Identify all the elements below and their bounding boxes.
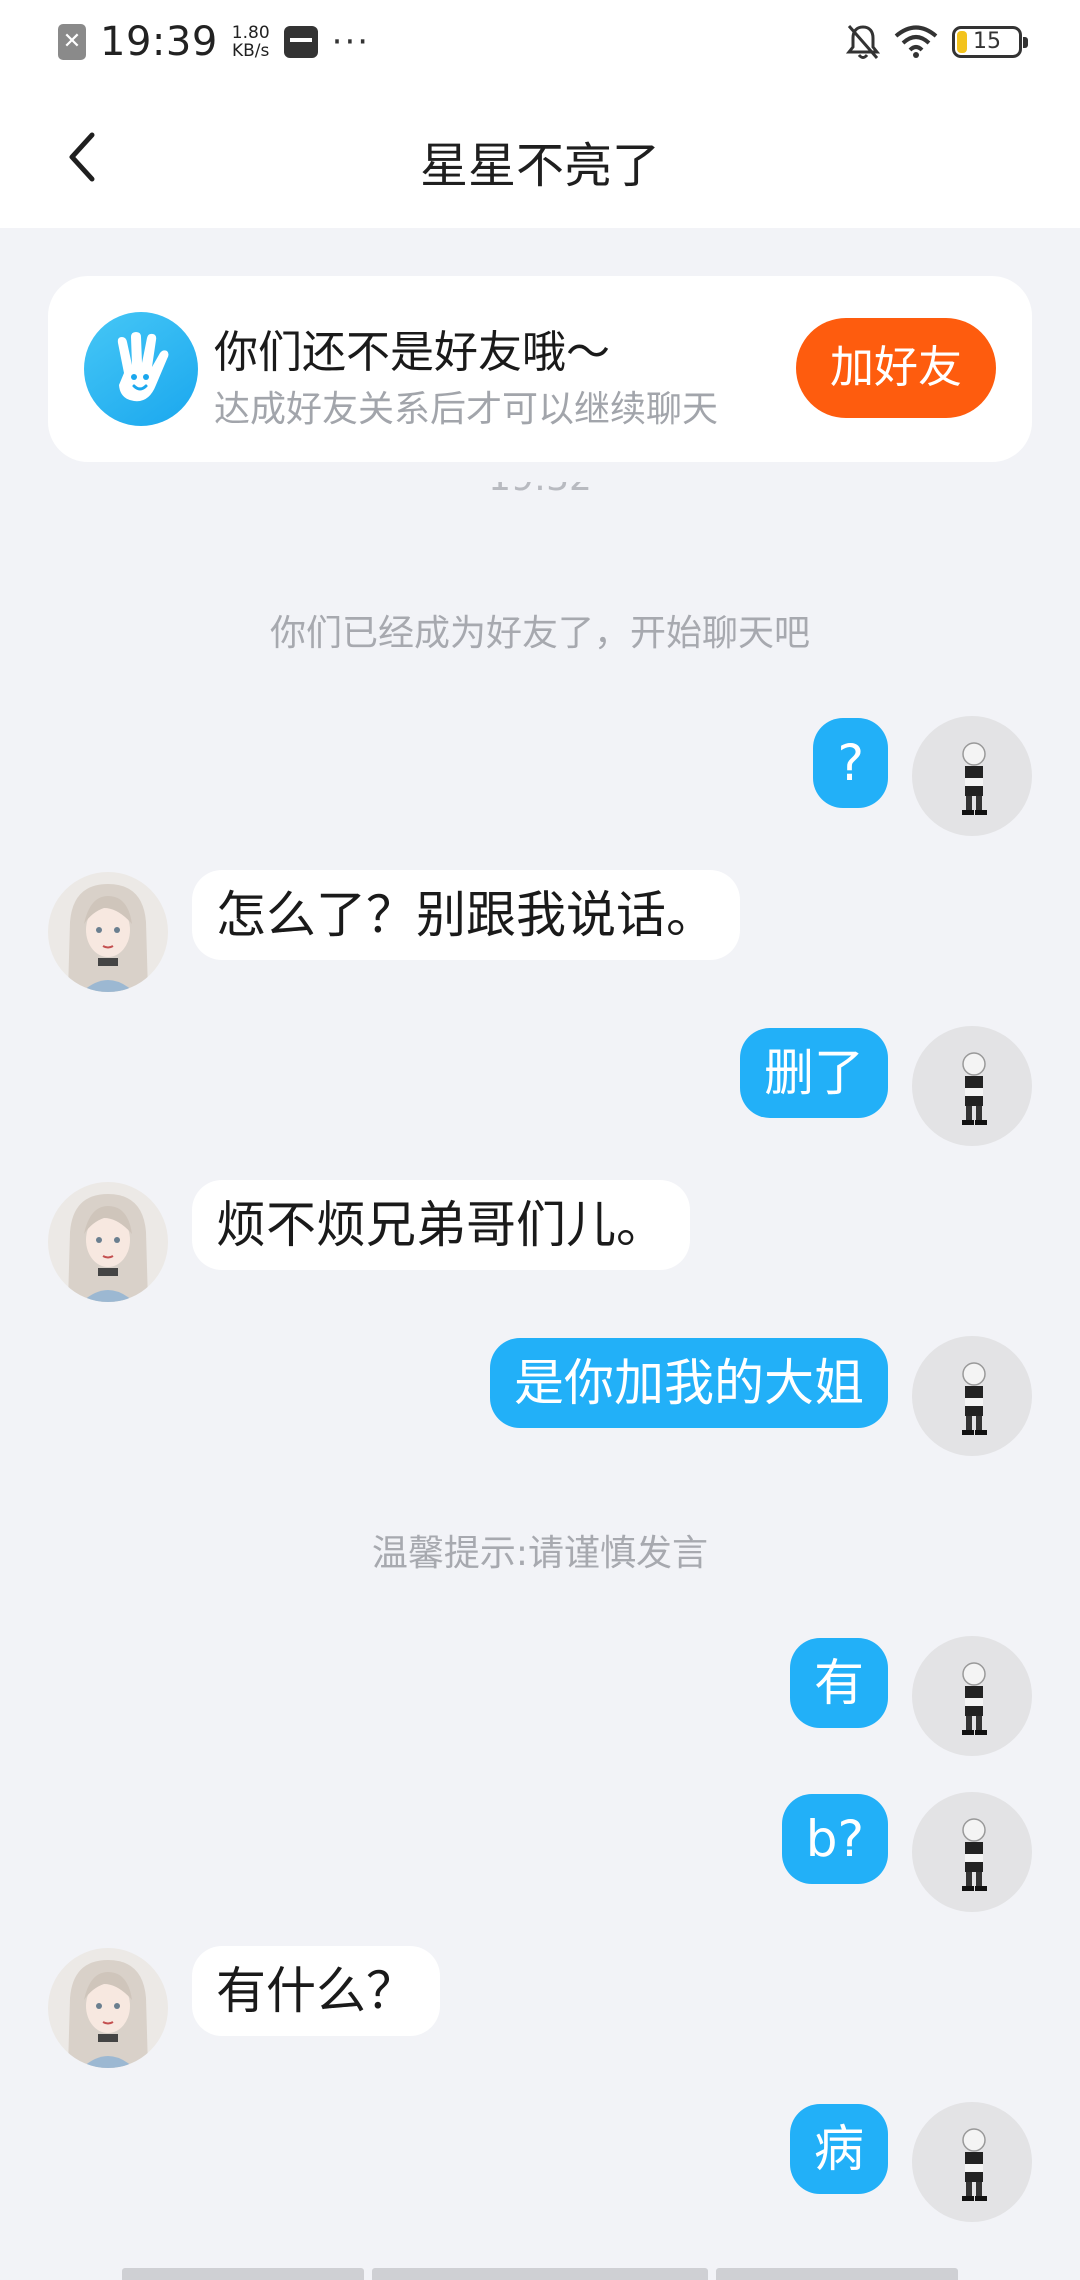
chat-header: 星星不亮了: [0, 86, 1080, 228]
sim-card-icon: [283, 26, 318, 58]
message-timestamp: 19:32: [0, 482, 1080, 524]
figure-avatar-icon: [962, 1052, 987, 1125]
system-message: 你们已经成为好友了，开始聊天吧: [269, 613, 810, 654]
figure-avatar-icon: [962, 2128, 987, 2201]
my-avatar[interactable]: [912, 1336, 1032, 1456]
timestamp-text: 19:32: [488, 482, 592, 499]
page-title: 星星不亮了: [419, 138, 660, 194]
notification-close-icon: ✕: [58, 24, 86, 60]
message-bubble-received[interactable]: 有什么？: [192, 1946, 440, 2036]
input-toolbar-edge: [0, 2268, 1080, 2280]
figure-avatar-icon: [962, 742, 987, 815]
network-speed: 1.80 KB/s: [232, 24, 270, 60]
my-avatar[interactable]: [912, 716, 1032, 836]
battery-icon: 15: [952, 26, 1028, 58]
speed-unit: KB/s: [232, 41, 270, 61]
message-bubble-received[interactable]: 怎么了？别跟我说话。: [192, 870, 740, 960]
system-reminder: 温馨提示:请谨慎发言: [371, 1533, 709, 1574]
hand-icon: [84, 312, 198, 426]
wifi-icon: [894, 25, 938, 58]
contact-avatar[interactable]: [48, 1948, 168, 2068]
message-bubble-sent[interactable]: 删了: [740, 1028, 888, 1118]
message-bubble-sent[interactable]: 是你加我的大姐: [490, 1338, 888, 1428]
my-avatar[interactable]: [912, 1026, 1032, 1146]
figure-avatar-icon: [962, 1662, 987, 1735]
contact-avatar[interactable]: [48, 872, 168, 992]
toolbar-tab-edge[interactable]: [372, 2268, 708, 2280]
not-friends-banner: 你们还不是好友哦～ 达成好友关系后才可以继续聊天 加好友: [48, 276, 1032, 462]
speed-value: 1.80: [231, 23, 270, 43]
bell-muted-icon: [846, 25, 880, 59]
figure-avatar-icon: [962, 1362, 987, 1435]
figure-avatar-icon: [962, 1818, 987, 1891]
message-bubble-sent[interactable]: b?: [781, 1794, 888, 1884]
more-notifications-icon: ···: [331, 22, 371, 62]
contact-avatar[interactable]: [48, 1182, 168, 1302]
girl-avatar-icon: [68, 1960, 148, 2068]
message-bubble-received[interactable]: 烦不烦兄弟哥们儿。: [192, 1180, 690, 1270]
status-left: ✕ 19:39 1.80 KB/s ···: [58, 19, 371, 65]
my-avatar[interactable]: [912, 1636, 1032, 1756]
battery-level: 15: [973, 29, 1001, 54]
girl-avatar-icon: [68, 1194, 148, 1302]
status-right: 15: [846, 22, 1028, 62]
clock: 19:39: [100, 19, 218, 65]
status-bar: ✕ 19:39 1.80 KB/s ··· 15: [0, 0, 1080, 86]
my-avatar[interactable]: [912, 1792, 1032, 1912]
message-bubble-sent[interactable]: 病: [790, 2104, 888, 2194]
toolbar-tab-edge[interactable]: [716, 2268, 958, 2280]
message-bubble-sent[interactable]: ?: [813, 718, 888, 808]
banner-subtitle: 达成好友关系后才可以继续聊天: [214, 389, 719, 430]
message-bubble-sent[interactable]: 有: [790, 1638, 888, 1728]
add-friend-button[interactable]: 加好友: [796, 318, 996, 418]
my-avatar[interactable]: [912, 2102, 1032, 2222]
girl-avatar-icon: [68, 884, 148, 992]
banner-title: 你们还不是好友哦～: [214, 327, 610, 378]
toolbar-tab-edge[interactable]: [122, 2268, 364, 2280]
